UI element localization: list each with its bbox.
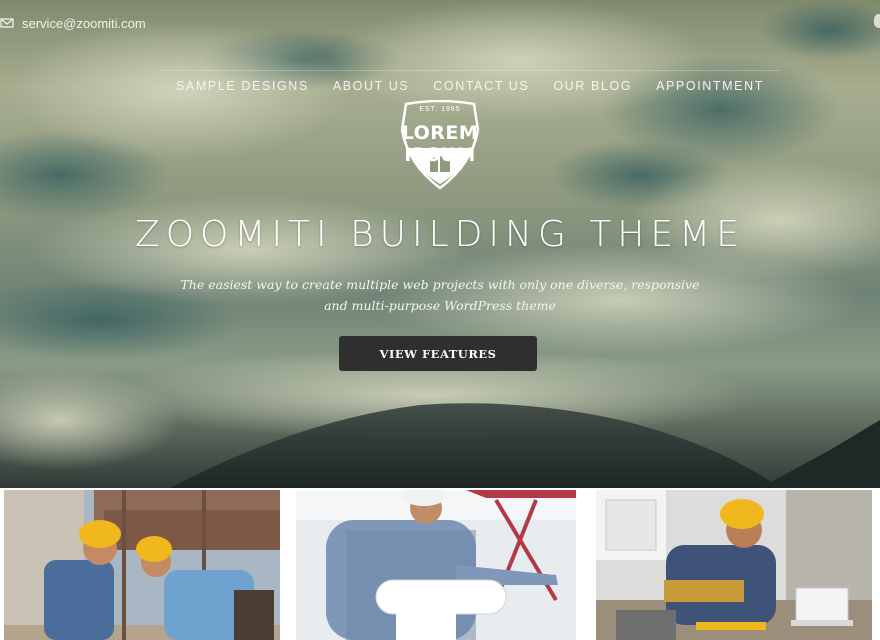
logo-est-text: EST. 1985	[419, 106, 461, 113]
page: service@zoomiti.com SAMPLE DESIGNS ABOUT…	[0, 0, 880, 640]
main-navigation: SAMPLE DESIGNS ABOUT US CONTACT US OUR B…	[160, 70, 780, 100]
nav-item-our-blog[interactable]: OUR BLOG	[553, 79, 632, 93]
worker-laptop-image	[596, 490, 872, 640]
nav-item-about-us[interactable]: ABOUT US	[333, 79, 409, 93]
site-logo[interactable]: EST. 1985 LOREM IPSUM	[372, 100, 508, 192]
photo-worker-laptop[interactable]	[596, 490, 872, 640]
contact-topbar: service@zoomiti.com	[0, 12, 146, 34]
nav-item-sample-designs[interactable]: SAMPLE DESIGNS	[176, 79, 309, 93]
logo-text: LOREM IPSUM	[401, 122, 479, 166]
photo-strip	[0, 488, 880, 640]
hero-subline: The easiest way to create multiple web p…	[180, 277, 700, 313]
construction-workers-image	[4, 490, 280, 640]
photo-construction-workers[interactable]	[4, 490, 280, 640]
hero-headline: ZOOMITI BUILDING THEME	[135, 214, 745, 255]
envelope-icon	[0, 18, 14, 28]
search-icon[interactable]	[874, 14, 880, 28]
engineer-blueprints-image	[296, 490, 576, 640]
nav-item-appointment[interactable]: APPOINTMENT	[656, 79, 764, 93]
view-features-button[interactable]: VIEW FEATURES	[339, 336, 537, 371]
photo-engineer-blueprints[interactable]	[296, 490, 576, 640]
contact-email-link[interactable]: service@zoomiti.com	[22, 16, 146, 31]
nav-item-contact-us[interactable]: CONTACT US	[433, 79, 529, 93]
hero-section: service@zoomiti.com SAMPLE DESIGNS ABOUT…	[0, 0, 880, 488]
